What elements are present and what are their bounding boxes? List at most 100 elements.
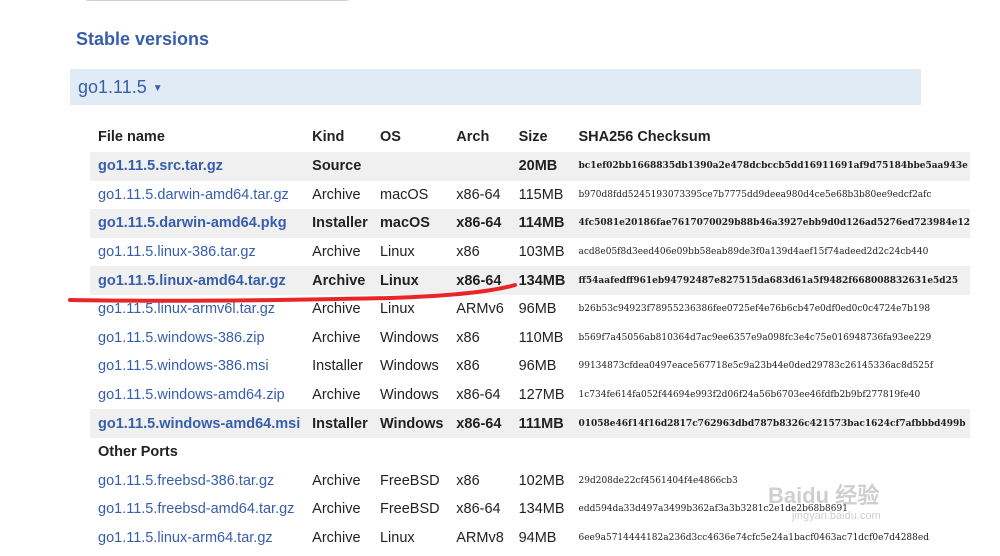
sha256-cell: b970d8fdd5245193073395ce7b7775dd9deea980… <box>578 189 932 200</box>
group-row: Other Ports <box>90 438 970 467</box>
table-row: go1.11.5.linux-amd64.tar.gz Archive Linux x… <box>90 266 970 295</box>
arch-cell: x86-64 <box>448 266 511 295</box>
arch-cell: x86-64 <box>456 387 501 404</box>
col-file-name: File name <box>98 129 165 145</box>
kind-cell: Archive <box>312 501 361 518</box>
file-link[interactable]: go1.11.5.windows-386.zip <box>90 324 304 353</box>
sha256-cell: acd8e05f8d3eed406e09bb58eab89de3f0a139d4… <box>578 247 929 258</box>
kind-cell: Archive <box>312 301 361 318</box>
table-row: go1.11.5.darwin-amd64.tar.gz Archive macOS… <box>90 181 970 210</box>
file-link[interactable]: go1.11.5.linux-arm64.tar.gz <box>90 524 304 553</box>
kind-cell: Archive <box>312 472 361 489</box>
sha256-cell: 4fc5081e20186fae7617070029b88b46a3927ebb… <box>570 209 970 238</box>
arch-cell: x86 <box>456 472 480 489</box>
file-link[interactable]: go1.11.5.linux-386.tar.gz <box>90 238 304 267</box>
arch-cell: x86 <box>456 358 480 375</box>
os-cell: Windows <box>379 358 439 375</box>
file-link[interactable]: go1.11.5.windows-amd64.msi <box>90 409 305 438</box>
sha256-cell: 6ee9a5714444182a236d3cc4636e74cfc5e24a1b… <box>578 533 929 544</box>
file-link[interactable]: go1.11.5.windows-amd64.zip <box>90 381 304 410</box>
arch-cell: x86 <box>456 329 480 346</box>
os-cell: macOS <box>379 186 429 203</box>
os-cell: Windows <box>371 409 449 438</box>
file-link[interactable]: go1.11.5.darwin-amd64.tar.gz <box>90 181 304 210</box>
os-cell: Linux <box>379 530 415 547</box>
table-row: go1.11.5.src.tar.gz Source 20MB bc1ef02bb16… <box>90 152 970 181</box>
version-bar[interactable]: go1.11.5 ▼ <box>70 69 921 105</box>
kind-cell: Archive <box>312 387 361 404</box>
size-cell: 103MB <box>518 244 565 261</box>
watermark-url: jingyan.baidu.com <box>792 510 881 522</box>
sha256-cell: 01058e46f14f16d2817c762963dbd787b8326c42… <box>570 409 970 438</box>
size-cell: 111MB <box>510 409 571 438</box>
col-os: OS <box>379 129 401 145</box>
file-link[interactable]: go1.11.5.darwin-amd64.pkg <box>90 209 305 238</box>
search-box-edge <box>84 0 350 1</box>
file-link[interactable]: go1.11.5.freebsd-386.tar.gz <box>90 467 304 496</box>
file-link[interactable]: go1.11.5.linux-amd64.tar.gz <box>90 266 305 295</box>
os-cell: FreeBSD <box>379 472 440 489</box>
col-size: Size <box>518 129 548 145</box>
caret-down-icon: ▼ <box>152 82 163 94</box>
size-cell: 20MB <box>510 152 571 181</box>
col-kind: Kind <box>312 129 345 145</box>
size-cell: 110MB <box>518 329 564 346</box>
os-cell: Linux <box>379 301 415 318</box>
os-cell: Windows <box>379 387 439 404</box>
kind-cell: Archive <box>304 266 372 295</box>
arch-cell: x86-64 <box>448 409 511 438</box>
table-row: go1.11.5.windows-386.zip Archive Windows x8… <box>90 324 970 353</box>
size-cell: 134MB <box>518 501 565 518</box>
size-cell: 102MB <box>518 472 565 489</box>
table-row: go1.11.5.windows-amd64.zip Archive Windows… <box>90 381 970 410</box>
version-toggle[interactable]: go1.11.5 ▼ <box>78 77 163 98</box>
file-link[interactable]: go1.11.5.windows-386.msi <box>90 352 304 381</box>
kind-cell: Source <box>304 152 372 181</box>
kind-cell: Archive <box>312 329 361 346</box>
watermark-logo: Baidu 经验 <box>768 483 880 508</box>
kind-cell: Archive <box>312 244 361 261</box>
col-arch: Arch <box>456 129 490 145</box>
arch-cell <box>448 152 511 181</box>
os-cell <box>371 152 449 181</box>
sha256-cell: bc1ef02bb1668835db1390a2e478dcbccb5dd169… <box>570 152 970 181</box>
file-link[interactable]: go1.11.5.freebsd-amd64.tar.gz <box>90 495 304 524</box>
os-cell: Windows <box>379 329 439 346</box>
arch-cell: ARMv6 <box>456 301 504 318</box>
size-cell: 115MB <box>518 186 564 203</box>
arch-cell: ARMv8 <box>456 530 504 547</box>
sha256-cell: ff54aafedff961eb94792487e827515da683d61a… <box>570 266 970 295</box>
size-cell: 94MB <box>518 530 557 547</box>
table-row: go1.11.5.darwin-amd64.pkg Installer macOS x… <box>90 209 970 238</box>
file-link[interactable]: go1.11.5.src.tar.gz <box>90 152 305 181</box>
table-row: go1.11.5.linux-armv6l.tar.gz Archive Linux… <box>90 295 970 324</box>
size-cell: 96MB <box>518 358 557 375</box>
sha256-cell: b569f7a45056ab810364d7ac9ee6357e9a098fc3… <box>578 332 932 343</box>
kind-cell: Archive <box>312 186 361 203</box>
table-row: go1.11.5.linux-386.tar.gz Archive Linux x86… <box>90 238 970 267</box>
section-title: Stable versions <box>76 29 210 49</box>
size-cell: 96MB <box>518 301 557 318</box>
os-cell: Linux <box>379 244 415 261</box>
table-row: go1.11.5.linux-arm64.tar.gz Archive Linux A… <box>90 524 970 553</box>
other-ports-heading: Other Ports <box>98 444 178 461</box>
os-cell: FreeBSD <box>379 501 440 518</box>
os-cell: macOS <box>371 209 449 238</box>
arch-cell: x86 <box>456 244 480 261</box>
version-label[interactable]: go1.11.5 <box>78 77 147 97</box>
arch-cell: x86-64 <box>456 186 501 203</box>
arch-cell: x86-64 <box>448 209 511 238</box>
kind-cell: Archive <box>312 530 361 547</box>
table-header-row: File name Kind OS Arch Size SHA256 Check… <box>90 122 970 152</box>
sha256-cell: 1c734fe614fa052f44694e993f2d06f24a56b670… <box>578 390 921 401</box>
size-cell: 114MB <box>510 209 571 238</box>
size-cell: 134MB <box>510 266 571 295</box>
sha256-cell: b26b53c94923f78955236386fee0725ef4e76b6c… <box>578 304 931 315</box>
table-row: go1.11.5.windows-386.msi Installer Windows… <box>90 352 970 381</box>
os-cell: Linux <box>371 266 449 295</box>
col-sha256: SHA256 Checksum <box>578 129 711 145</box>
kind-cell: Installer <box>312 358 363 375</box>
kind-cell: Installer <box>304 209 372 238</box>
arch-cell: x86-64 <box>456 501 501 518</box>
file-link[interactable]: go1.11.5.linux-armv6l.tar.gz <box>90 295 304 324</box>
